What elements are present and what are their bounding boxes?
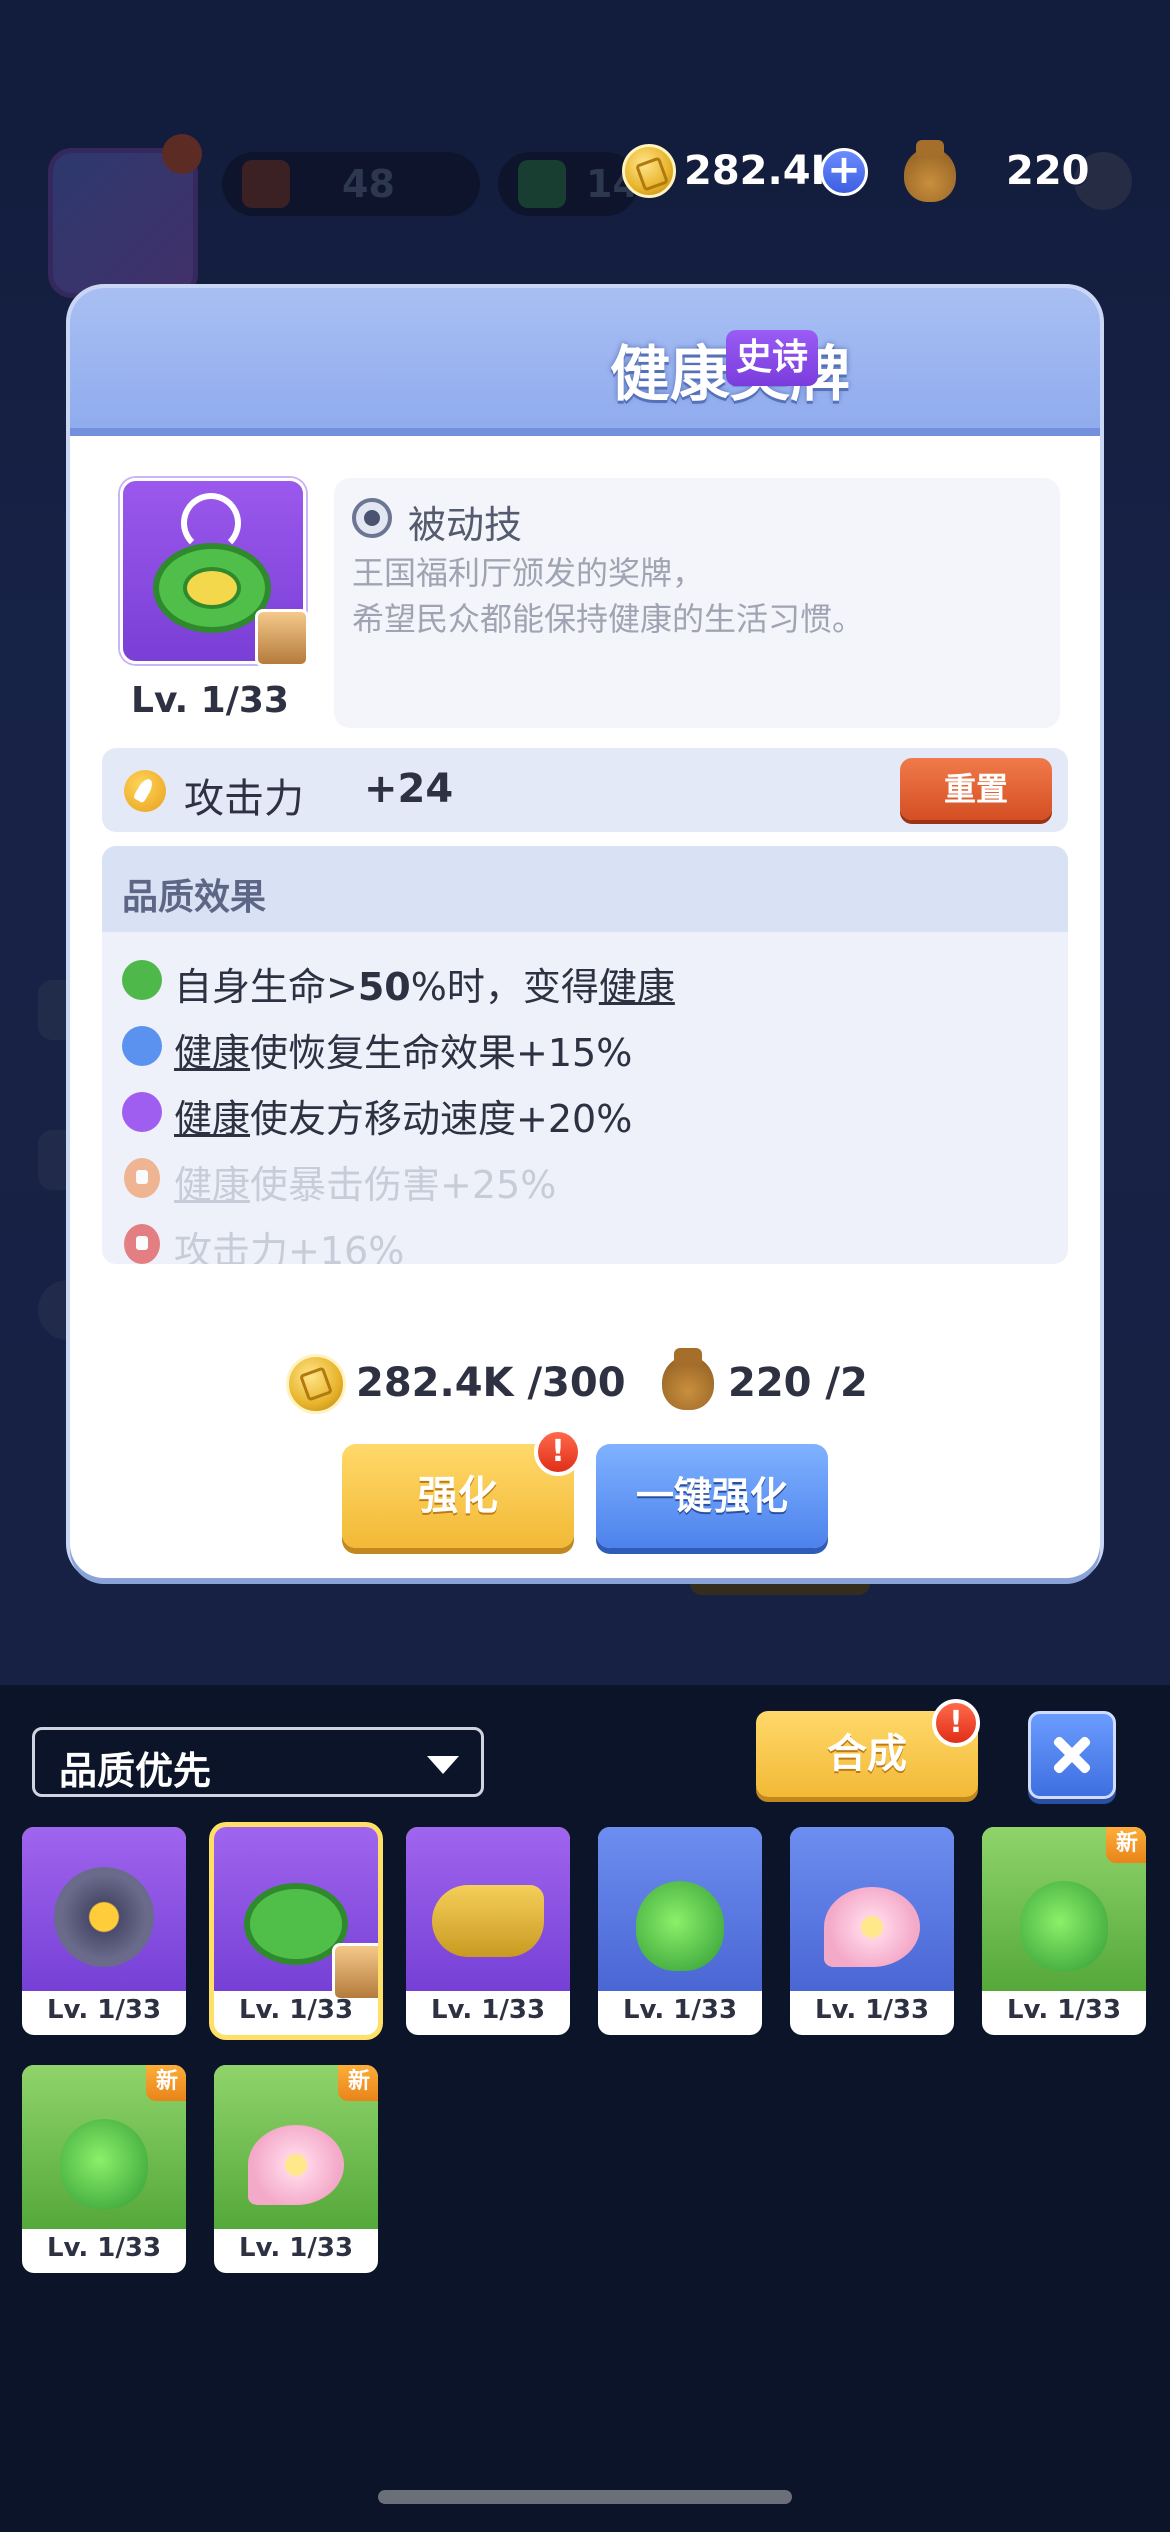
attack-icon [124,770,166,812]
quality-title: 品质效果 [122,877,267,918]
description-line: 王国福利厅颁发的奖牌， [352,554,705,592]
effect-text: 健康使友方移动速度+20% [174,1088,632,1143]
coin-counter: 282.4K + [622,140,892,202]
inventory-slot[interactable]: Lv. 1/33 新 [22,2065,186,2273]
sort-label: 品质优先 [59,1749,212,1793]
coin-value: 282.4K [684,148,842,194]
inventory-slot[interactable]: Lv. 1/33 新 [982,1827,1146,2035]
eye-icon [22,1827,186,1991]
skill-description: 王国福利厅颁发的奖牌， 希望民众都能保持健康的生活习惯。 [352,550,864,642]
flower-icon [790,1827,954,1991]
one-key-enhance-button[interactable]: 一键强化 [596,1444,828,1548]
money-bag-icon [904,140,956,202]
alert-badge: ! [932,1699,980,1747]
keyword-link: 健康 [174,1031,251,1075]
bag-counter: 220 [900,140,1100,202]
effect-text: 健康使暴击伤害+25% [174,1154,556,1209]
inventory-slot[interactable]: Lv. 1/33 [22,1827,186,2035]
sort-dropdown[interactable]: 品质优先 [32,1727,484,1797]
slot-level: Lv. 1/33 [238,1995,354,2025]
slot-level: Lv. 1/33 [814,1995,930,2025]
quality-dot-icon [122,960,162,1000]
new-badge: 新 [146,2065,186,2101]
rarity-badge: 史诗 [726,330,819,386]
item-level: Lv. 1/33 [131,680,289,721]
effect-text: 攻击力+16% [174,1220,404,1264]
reset-button[interactable]: 重置 [900,758,1052,820]
hero-portrait-icon [332,1943,378,2001]
slot-level: Lv. 1/33 [1006,1995,1122,2025]
close-button[interactable] [1028,1711,1116,1799]
inventory-panel: 品质优先 合成 ! Lv. 1/33 Lv. 1/33 Lv. 1/33 Lv. 1/… [0,1685,1170,2532]
lock-icon [124,1158,160,1198]
slot-level: Lv. 1/33 [46,1995,162,2025]
new-badge: 新 [338,2065,378,2101]
quality-dot-icon [122,1092,162,1132]
slot-level: Lv. 1/33 [430,1995,546,2025]
bag-value: 220 [1006,148,1090,194]
quality-effects-panel: 品质效果 自身生命>50%时，变得健康 健康使恢复生命效果+15% 健康使友方移动速… [102,846,1068,1264]
skill-description-box: 被动技 王国福利厅颁发的奖牌， 希望民众都能保持健康的生活习惯。 [334,478,1060,728]
slot-level: Lv. 1/33 [622,1995,738,2025]
effect-part: 使暴击伤害+25% [250,1163,557,1207]
effect-number: 50 [357,965,411,1009]
home-indicator [378,2490,792,2504]
effect-text: 自身生命>50%时，变得健康 [174,956,675,1011]
slot-level: Lv. 1/33 [238,2233,354,2263]
upgrade-cost-row: 282.4K /300 220 /2 [70,1348,1100,1418]
coin-icon [286,1354,346,1414]
medal-icon [153,543,271,633]
keyword-link: 健康 [174,1097,251,1141]
coin-icon [622,144,676,198]
effect-part: 使恢复生命效果+15% [250,1031,633,1075]
effect-part: 自身生命> [174,965,358,1009]
money-bag-icon [662,1348,714,1410]
effect-text: 健康使恢复生命效果+15% [174,1022,632,1077]
coin-cost: 282.4K /300 [356,1360,626,1406]
stat-row: 攻击力 +24 重置 [102,748,1068,832]
bottle-icon [598,1827,762,1991]
quality-dot-icon [122,1026,162,1066]
description-line: 希望民众都能保持健康的生活习惯。 [352,600,865,638]
chevron-down-icon [427,1756,459,1774]
quality-header: 品质效果 [102,846,1068,932]
inventory-slot[interactable]: Lv. 1/33 [214,1827,378,2035]
inventory-slot[interactable]: Lv. 1/33 新 [214,2065,378,2273]
keyword-link: 健康 [174,1163,251,1207]
slot-level: Lv. 1/33 [46,2233,162,2263]
alert-badge: ! [534,1428,582,1476]
inventory-slot[interactable]: Lv. 1/33 [406,1827,570,2035]
inventory-slot[interactable]: Lv. 1/33 [598,1827,762,2035]
item-detail-dialog: 健康奖牌 史诗 Lv. 1/33 被动技 王国福利厅颁发的奖牌， 希望民众都能保… [70,288,1100,1578]
effect-part: 攻击力+16% [174,1229,405,1264]
keyword-link: 健康 [598,965,675,1009]
new-badge: 新 [1106,1827,1146,1863]
item-card [120,478,309,667]
add-coins-button[interactable]: + [820,148,868,196]
passive-skill-icon [352,498,392,538]
medal-icon [214,1827,378,2001]
inventory-slot[interactable]: Lv. 1/33 [790,1827,954,2035]
bag-cost: 220 /2 [728,1360,868,1406]
stat-name: 攻击力 [184,776,304,822]
skill-type: 被动技 [408,503,523,547]
whistle-icon [406,1827,570,1991]
dialog-header: 健康奖牌 史诗 [70,288,1100,436]
effect-part: %时，变得 [410,965,599,1009]
effect-part: 使友方移动速度+20% [250,1097,633,1141]
hero-portrait-icon [255,609,309,667]
lock-icon [124,1224,160,1264]
stat-value: +24 [364,766,454,812]
